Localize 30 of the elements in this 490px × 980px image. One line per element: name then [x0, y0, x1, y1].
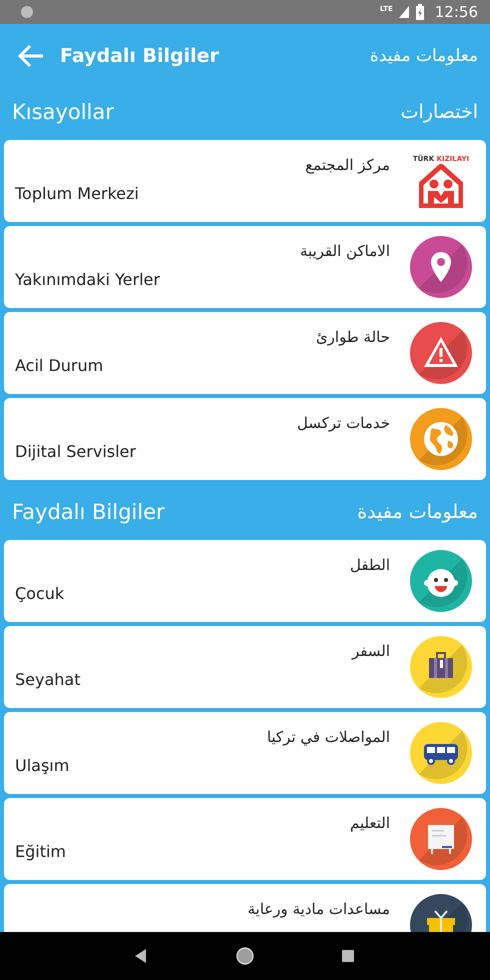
card-title-arabic: السفر: [350, 642, 390, 660]
battery-icon: [414, 4, 425, 20]
section-title: Kısayollar: [12, 100, 114, 124]
card-title: Acil Durum: [15, 356, 104, 375]
app-title-arabic: معلومات مفيدة: [370, 46, 478, 66]
card-title-arabic: التعليم: [349, 814, 390, 832]
card-title-arabic: مركز المجتمع: [304, 156, 390, 174]
notification-icon: [20, 5, 34, 19]
signal-icon: [398, 6, 409, 18]
section-title-arabic: معلومات مفيدة: [357, 501, 478, 523]
card-title-arabic: حالة طوارئ: [314, 328, 390, 346]
section-title-arabic: اختصارات: [400, 101, 478, 123]
home-button[interactable]: [236, 947, 254, 965]
card-title: Ulaşım: [15, 756, 70, 775]
card-title: Toplum Merkezi: [15, 184, 140, 203]
card-title: Seyahat: [15, 670, 82, 689]
info-card[interactable]: مساعدات مادية ورعاية: [4, 884, 486, 932]
app-title: Faydalı Bilgiler: [60, 45, 220, 67]
card-title-arabic: الاماكن القريبة: [299, 242, 390, 260]
section-title: Faydalı Bilgiler: [12, 500, 165, 524]
card-title: Çocuk: [15, 584, 66, 603]
card-title-arabic: خدمات تركسل: [296, 414, 390, 432]
card-title: Eğitim: [15, 842, 68, 861]
card-title: Dijital Servisler: [15, 442, 137, 461]
card-title-arabic: مساعدات مادية ورعاية: [246, 900, 390, 918]
house-logo-icon: [419, 164, 463, 208]
card-title-arabic: الطفل: [349, 556, 390, 574]
card-title: Yakınımdaki Yerler: [15, 270, 161, 289]
clock: 12:56: [434, 3, 478, 21]
card-title-arabic: المواصلات في تركيا: [266, 728, 390, 746]
